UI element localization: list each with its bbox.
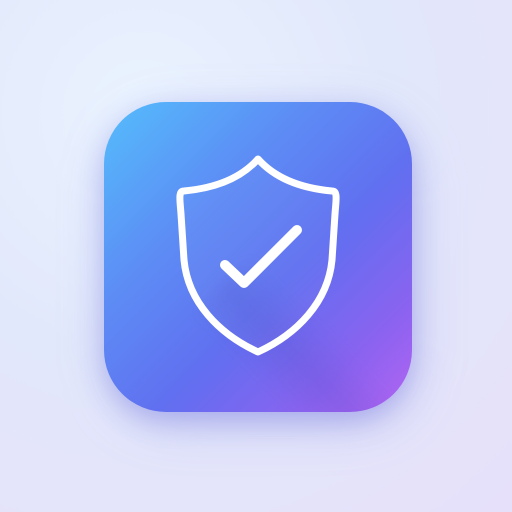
app-icon-tile[interactable] [104, 102, 412, 412]
shield-check-icon [176, 155, 340, 356]
shield-outline [176, 155, 340, 356]
canvas [0, 0, 512, 512]
